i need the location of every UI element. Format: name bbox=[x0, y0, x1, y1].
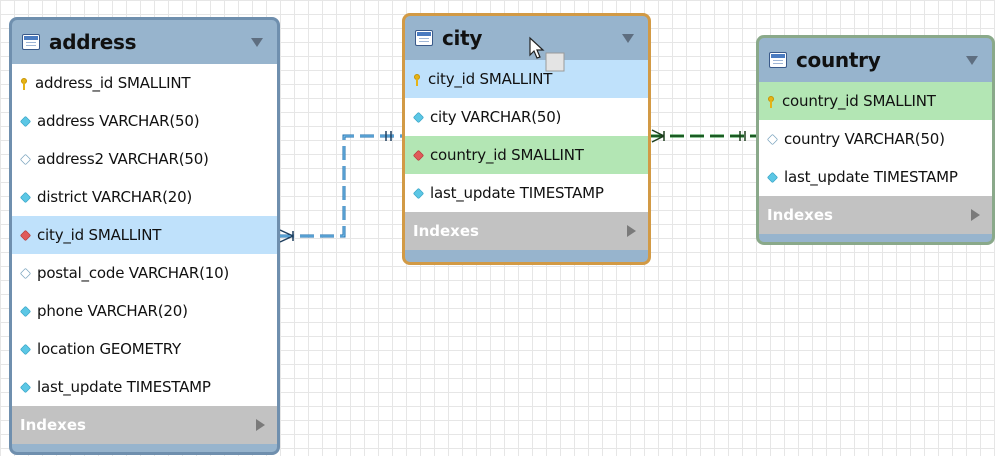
column-row[interactable]: postal_code VARCHAR(10) bbox=[12, 254, 277, 292]
not-null-column-icon bbox=[19, 191, 32, 203]
column-label: address VARCHAR(50) bbox=[37, 112, 200, 130]
column-label: postal_code VARCHAR(10) bbox=[37, 264, 230, 282]
one-marker bbox=[385, 131, 392, 141]
indexes-section[interactable]: Indexes bbox=[405, 212, 648, 250]
expand-arrow-icon[interactable] bbox=[971, 209, 980, 221]
foreign-key-icon bbox=[19, 229, 32, 241]
not-null-column-icon bbox=[766, 171, 779, 183]
column-row-highlighted[interactable]: country_id SMALLINT bbox=[405, 136, 648, 174]
indexes-section[interactable]: Indexes bbox=[12, 406, 277, 444]
chevron-down-icon[interactable] bbox=[622, 33, 634, 43]
column-label: country_id SMALLINT bbox=[430, 146, 584, 164]
column-row[interactable]: phone VARCHAR(20) bbox=[12, 292, 277, 330]
expand-arrow-icon[interactable] bbox=[627, 225, 636, 237]
foreign-key-icon bbox=[412, 149, 425, 161]
indexes-label: Indexes bbox=[20, 416, 86, 434]
nullable-column-icon bbox=[19, 267, 32, 279]
column-label: city VARCHAR(50) bbox=[430, 108, 562, 126]
column-label: last_update TIMESTAMP bbox=[430, 184, 604, 202]
column-label: city_id SMALLINT bbox=[37, 226, 162, 244]
column-row[interactable]: last_update TIMESTAMP bbox=[405, 174, 648, 212]
expand-arrow-icon[interactable] bbox=[256, 419, 265, 431]
not-null-column-icon bbox=[19, 343, 32, 355]
table-header[interactable]: address bbox=[12, 20, 277, 64]
crowfoot-many-marker bbox=[279, 229, 294, 243]
table-icon bbox=[22, 34, 40, 50]
relationship-address-city[interactable] bbox=[280, 134, 402, 238]
column-row[interactable]: country VARCHAR(50) bbox=[759, 120, 992, 158]
column-row[interactable]: district VARCHAR(20) bbox=[12, 178, 277, 216]
column-label: country VARCHAR(50) bbox=[784, 130, 945, 148]
not-null-column-icon bbox=[412, 187, 425, 199]
table-address[interactable]: address address_id SMALLINT address VARC… bbox=[9, 17, 280, 455]
column-row[interactable]: city VARCHAR(50) bbox=[405, 98, 648, 136]
column-row[interactable]: address VARCHAR(50) bbox=[12, 102, 277, 140]
not-null-column-icon bbox=[19, 115, 32, 127]
nullable-column-icon bbox=[19, 153, 32, 165]
indexes-label: Indexes bbox=[767, 206, 833, 224]
table-header[interactable]: city bbox=[405, 16, 648, 60]
primary-key-icon bbox=[20, 77, 28, 90]
primary-key-icon bbox=[767, 95, 775, 108]
column-label: phone VARCHAR(20) bbox=[37, 302, 188, 320]
column-row[interactable]: last_update TIMESTAMP bbox=[759, 158, 992, 196]
column-row-highlighted[interactable]: city_id SMALLINT bbox=[405, 60, 648, 98]
relationship-address-city-highlight bbox=[280, 135, 402, 237]
table-icon bbox=[769, 52, 787, 68]
table-country[interactable]: country country_id SMALLINT country VARC… bbox=[756, 35, 995, 245]
column-row[interactable]: location GEOMETRY bbox=[12, 330, 277, 368]
table-header[interactable]: country bbox=[759, 38, 992, 82]
column-row[interactable]: last_update TIMESTAMP bbox=[12, 368, 277, 406]
not-null-column-icon bbox=[19, 305, 32, 317]
crowfoot-many-marker bbox=[651, 129, 665, 143]
column-label: last_update TIMESTAMP bbox=[784, 168, 958, 186]
nullable-column-icon bbox=[766, 133, 779, 145]
table-title: country bbox=[796, 48, 881, 72]
chevron-down-icon[interactable] bbox=[251, 37, 263, 47]
column-label: country_id SMALLINT bbox=[782, 92, 936, 110]
column-label: location GEOMETRY bbox=[37, 340, 181, 358]
column-row[interactable]: address2 VARCHAR(50) bbox=[12, 140, 277, 178]
not-null-column-icon bbox=[412, 111, 425, 123]
primary-key-icon bbox=[413, 73, 421, 86]
column-label: last_update TIMESTAMP bbox=[37, 378, 211, 396]
indexes-label: Indexes bbox=[413, 222, 479, 240]
column-label: district VARCHAR(20) bbox=[37, 188, 193, 206]
one-marker bbox=[739, 131, 746, 141]
column-row-highlighted[interactable]: city_id SMALLINT bbox=[12, 216, 277, 254]
chevron-down-icon[interactable] bbox=[966, 55, 978, 65]
table-title: address bbox=[49, 30, 137, 54]
mouse-cursor-icon bbox=[529, 36, 565, 72]
table-icon bbox=[415, 30, 433, 46]
table-city[interactable]: city city_id SMALLINT city VARCHAR(50) c… bbox=[402, 13, 651, 265]
column-label: address2 VARCHAR(50) bbox=[37, 150, 209, 168]
column-label: address_id SMALLINT bbox=[35, 74, 191, 92]
column-row-highlighted[interactable]: country_id SMALLINT bbox=[759, 82, 992, 120]
not-null-column-icon bbox=[19, 381, 32, 393]
column-row[interactable]: address_id SMALLINT bbox=[12, 64, 277, 102]
indexes-section[interactable]: Indexes bbox=[759, 196, 992, 234]
